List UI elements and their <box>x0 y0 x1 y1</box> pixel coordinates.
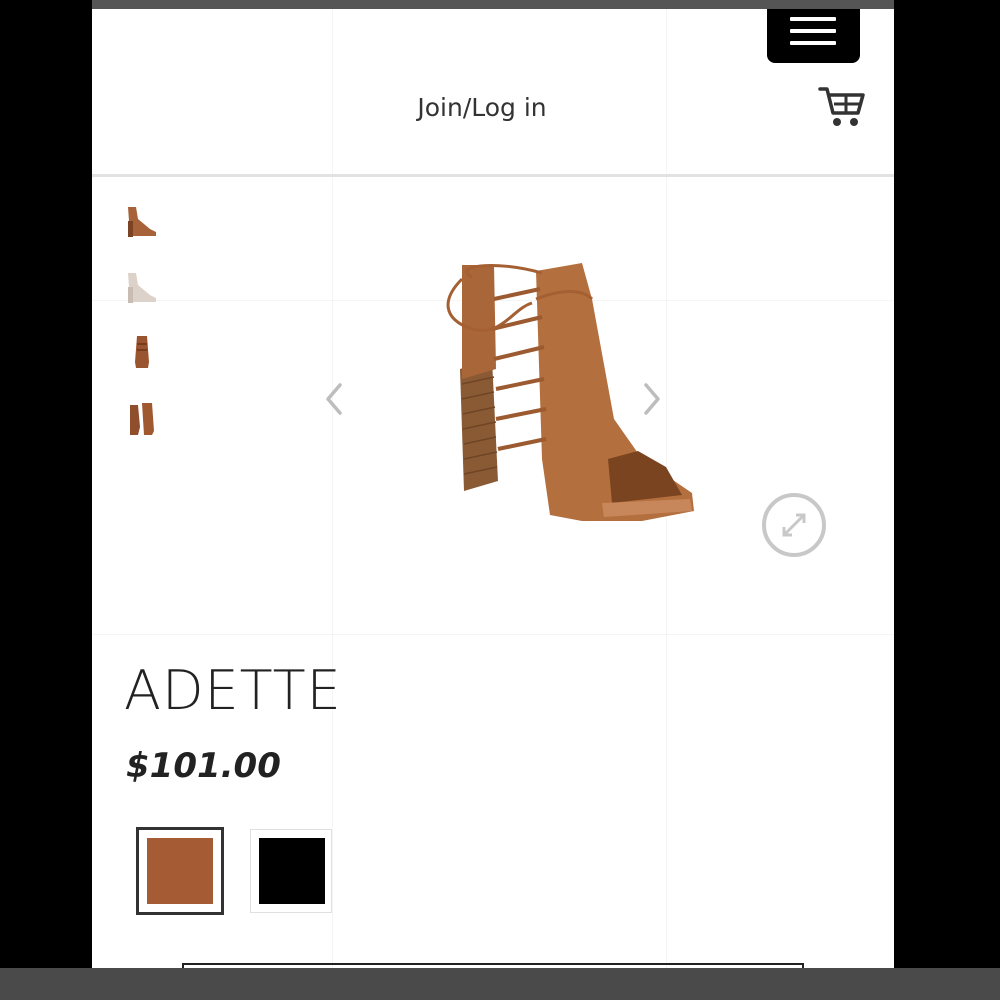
swatch-cognac[interactable] <box>136 827 224 915</box>
grid-line <box>92 634 894 635</box>
cart-icon <box>818 87 865 126</box>
thumbnail-4[interactable] <box>122 399 162 439</box>
product-main-image[interactable] <box>432 259 712 534</box>
product-price: $101.00 <box>126 746 281 786</box>
shoe-thumbnail-image <box>135 336 149 368</box>
prev-image-button[interactable] <box>320 379 350 419</box>
cart-button[interactable] <box>818 85 866 129</box>
header-divider <box>92 174 894 177</box>
chevron-right-icon <box>644 383 660 415</box>
bottom-bar <box>0 968 1000 1000</box>
product-title: ADETTE <box>124 659 342 722</box>
swatch-color <box>259 838 325 904</box>
shoe-thumbnail-image <box>128 273 156 303</box>
thumbnail-1[interactable] <box>122 201 162 241</box>
swatch-color <box>147 838 213 904</box>
grid-line <box>332 9 333 968</box>
top-bar <box>92 0 894 9</box>
shoe-thumbnail-image <box>128 207 156 237</box>
zoom-button[interactable] <box>762 493 826 557</box>
expand-icon <box>762 493 826 557</box>
chevron-left-icon <box>326 383 342 415</box>
swatch-black[interactable] <box>250 829 332 913</box>
product-page: Join/Log in ADETTE $101.00 <box>92 9 894 968</box>
shoe-thumbnail-image <box>130 403 154 435</box>
thumbnail-3[interactable] <box>122 332 162 372</box>
menu-button[interactable] <box>767 9 860 63</box>
login-link[interactable]: Join/Log in <box>402 93 562 122</box>
shoe-image <box>446 263 694 521</box>
thumbnail-2[interactable] <box>122 267 162 307</box>
next-image-button[interactable] <box>636 379 666 419</box>
